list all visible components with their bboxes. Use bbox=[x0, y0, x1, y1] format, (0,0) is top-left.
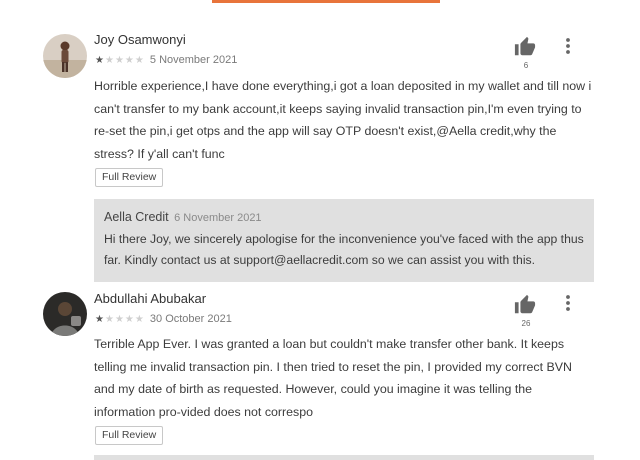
star-rating: ★★★★★ 5 November 2021 bbox=[95, 54, 237, 66]
star-icon: ★ bbox=[104, 55, 115, 66]
star-icon: ★ bbox=[95, 55, 105, 66]
avatar bbox=[43, 292, 87, 336]
full-review-button[interactable]: Full Review bbox=[95, 168, 164, 187]
developer-reply: Aella Credit 6 November 2021 Hi there Jo… bbox=[94, 199, 594, 282]
review-text: Horrible experience,I have done everythi… bbox=[94, 79, 592, 161]
reply-header: Aella Credit 6 November 2021 bbox=[104, 210, 262, 224]
helpful-count: 6 bbox=[523, 61, 529, 70]
active-tab-indicator bbox=[212, 0, 440, 3]
review-author: Joy Osamwonyi bbox=[94, 32, 186, 47]
developer-reply bbox=[94, 455, 594, 460]
star-icon: ★ bbox=[124, 314, 135, 325]
reply-text: Hi there Joy, we sincerely apologise for… bbox=[104, 232, 584, 267]
avatar bbox=[43, 34, 87, 78]
review-date: 30 October 2021 bbox=[149, 313, 232, 325]
reply-author: Aella Credit bbox=[104, 210, 169, 224]
star-icon: ★ bbox=[134, 314, 145, 325]
star-icon: ★ bbox=[134, 55, 145, 66]
review-text: Terrible App Ever. I was granted a loan … bbox=[94, 337, 572, 419]
star-icon: ★ bbox=[104, 314, 115, 325]
star-icon: ★ bbox=[95, 314, 105, 325]
star-rating: ★★★★★ 30 October 2021 bbox=[95, 313, 232, 325]
more-options-icon[interactable] bbox=[560, 293, 576, 313]
review-date: 5 November 2021 bbox=[149, 54, 238, 66]
thumbs-up-icon[interactable] bbox=[514, 36, 536, 58]
star-icon: ★ bbox=[124, 55, 135, 66]
thumbs-up-icon[interactable] bbox=[514, 294, 536, 316]
more-options-icon[interactable] bbox=[560, 36, 576, 56]
helpful-count: 26 bbox=[521, 319, 531, 328]
reply-date: 6 November 2021 bbox=[174, 212, 262, 224]
full-review-button[interactable]: Full Review bbox=[95, 426, 164, 445]
review-author: Abdullahi Abubakar bbox=[94, 291, 207, 306]
star-icon: ★ bbox=[114, 314, 125, 325]
star-icon: ★ bbox=[114, 55, 125, 66]
